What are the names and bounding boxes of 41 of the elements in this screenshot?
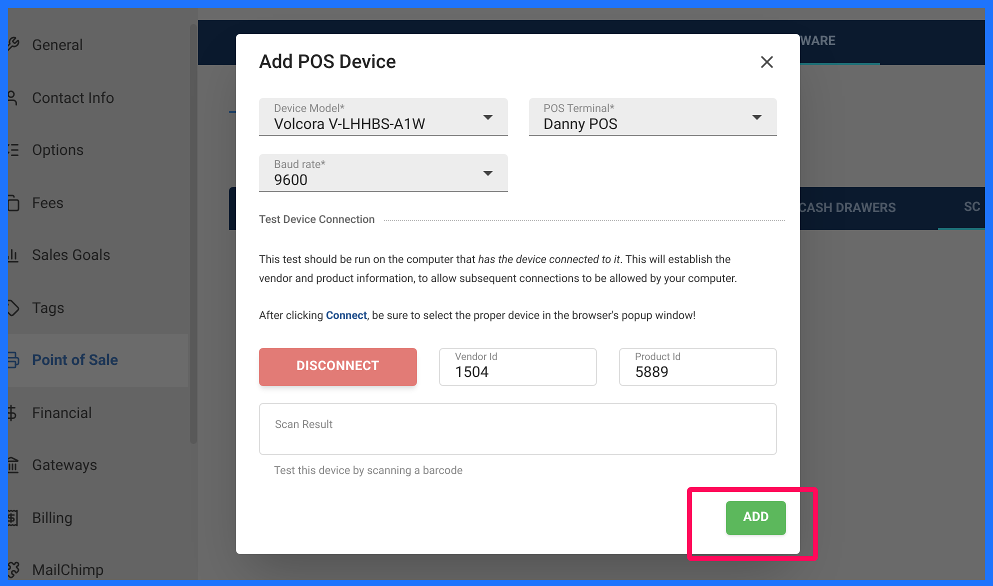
sidebar-item[interactable]: Fees bbox=[8, 176, 188, 229]
id-input-field[interactable]: Product Id 5889 bbox=[619, 348, 777, 386]
field-value: 5889 bbox=[635, 365, 670, 380]
sidebar-item[interactable]: Sales Goals bbox=[8, 229, 188, 282]
scrollbar[interactable] bbox=[190, 24, 196, 444]
sidebar-item[interactable]: Billing bbox=[8, 492, 188, 544]
field-label: Product Id bbox=[635, 353, 682, 363]
sidebar-item[interactable]: Gateways bbox=[8, 439, 188, 492]
field-label: POS Terminal* bbox=[544, 103, 616, 114]
section-title: Test Device Connection bbox=[259, 212, 375, 228]
add-button[interactable]: ADD bbox=[726, 500, 786, 534]
field-label: Device Model* bbox=[274, 103, 346, 114]
select-field[interactable]: Baud rate* 9600 bbox=[259, 154, 508, 192]
dropdown-caret-icon bbox=[752, 115, 762, 120]
disconnect-button[interactable]: DISCONNECT bbox=[259, 348, 417, 386]
dialog-title: Add POS Device bbox=[259, 48, 396, 75]
sub-tab[interactable]: SC bbox=[938, 187, 985, 230]
description-text: This test should be run on the computer that has the device connected to it. This will establish the vendor and product information, to allow subsequent connections to be allowed by your computer. bbox=[259, 252, 738, 286]
select-field[interactable]: Device Model* Volcora V-LHHBS-A1W bbox=[259, 98, 508, 136]
sidebar-item[interactable]: MailChimp bbox=[8, 544, 188, 580]
sidebar-item[interactable]: Financial bbox=[8, 386, 188, 439]
sidebar-item[interactable]: Options bbox=[8, 124, 188, 176]
field-label: Vendor Id bbox=[455, 353, 499, 363]
sidebar-item[interactable]: Contact Info bbox=[8, 72, 188, 124]
sidebar-item[interactable]: Point of Sale bbox=[8, 334, 188, 386]
select-field[interactable]: POS Terminal* Danny POS bbox=[528, 98, 777, 136]
helper-text: Test this device by scanning a barcode bbox=[274, 464, 463, 476]
sidebar-item[interactable]: General bbox=[8, 19, 188, 72]
field-value: 1504 bbox=[455, 365, 490, 380]
id-input-field[interactable]: Vendor Id 1504 bbox=[439, 348, 597, 386]
dropdown-caret-icon bbox=[482, 115, 492, 120]
field-value: Volcora V-LHHBS-A1W bbox=[274, 117, 426, 132]
field-label: Scan Result bbox=[275, 418, 333, 430]
field-value: 9600 bbox=[274, 173, 309, 188]
sidebar-item[interactable]: Tags bbox=[8, 282, 188, 334]
scan-result-field[interactable]: Scan Result bbox=[259, 402, 777, 454]
connect-note: After clicking Connect, be sure to select the proper device in the browser's popup window! bbox=[259, 308, 697, 324]
dropdown-caret-icon bbox=[482, 171, 492, 176]
field-value: Danny POS bbox=[544, 117, 618, 132]
field-label: Baud rate* bbox=[274, 159, 326, 170]
connect-link[interactable]: Connect bbox=[326, 308, 368, 322]
